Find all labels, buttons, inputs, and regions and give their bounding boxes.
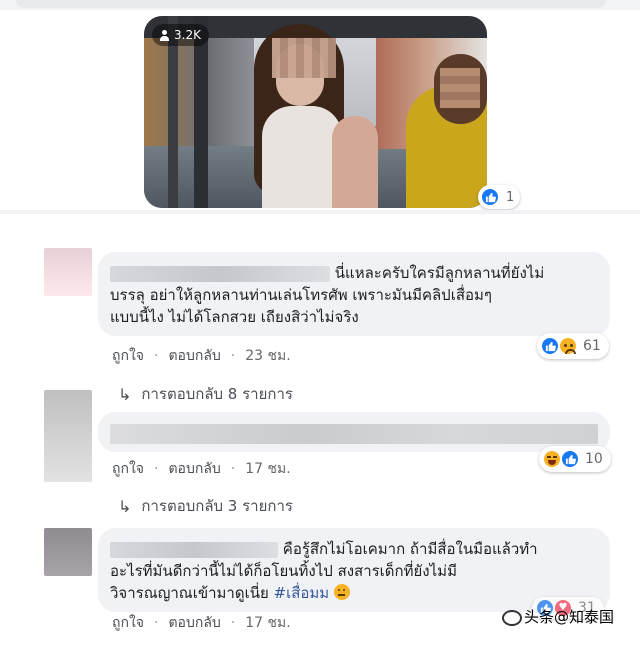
watermark-logo-icon	[500, 608, 522, 626]
view-replies-link[interactable]: ↳ การตอบกลับ 8 รายการ	[118, 382, 293, 406]
section-divider	[0, 210, 640, 214]
video-person-arm	[332, 116, 378, 208]
like-icon	[560, 449, 580, 469]
reply-link[interactable]: ตอบกลับ	[168, 458, 220, 480]
comment-actions: ถูกใจ · ตอบกลับ · 17 ชม.	[112, 612, 291, 634]
previous-post-edge	[0, 0, 640, 10]
video-face-pixelation	[272, 38, 336, 78]
comment-timestamp[interactable]: 17 ชม.	[245, 612, 290, 634]
separator: ·	[230, 615, 236, 631]
reply-arrow-icon: ↳	[118, 496, 132, 516]
like-link[interactable]: ถูกใจ	[112, 345, 144, 367]
comment-text-line1: คือรู้สึกไม่โอเคมาก ถ้ามีสื่อในมือแล้วทำ	[282, 540, 538, 558]
comment-author[interactable]	[110, 265, 330, 282]
smile-emoji-icon	[333, 584, 350, 600]
video-second-face-pixelation	[440, 68, 480, 108]
comment-bubble: คือรู้สึกไม่โอเคมาก ถ้ามีสื่อในมือแล้วทำ…	[98, 528, 610, 612]
comment-text-line2: บรรลุ อย่าให้ลูกหลานท่านเล่นโทรศัพ เพราะ…	[110, 286, 492, 304]
comment-author[interactable]	[110, 423, 598, 444]
watermark-text: 头条@知泰国	[524, 608, 615, 626]
comment-timestamp[interactable]: 17 ชม.	[245, 458, 290, 480]
comment-reaction-count: 10	[585, 451, 603, 467]
avatar[interactable]	[44, 390, 92, 482]
comment-reactions[interactable]: 61	[537, 333, 609, 359]
separator: ·	[154, 461, 159, 477]
comment-text-line2: อะไรที่มันดีกว่านี้ไม่ได้ก็อโยนทิ้งไป สง…	[110, 562, 457, 580]
comment-text-line3: แบบนี้ไง ไม่ได้โลกสวย เถียงสิว่าไม่จริง	[110, 308, 359, 326]
avatar[interactable]	[44, 528, 92, 576]
video-thumbnail[interactable]: 3.2K	[144, 16, 487, 208]
comment-actions: ถูกใจ · ตอบกลับ · 23 ชม.	[112, 345, 291, 367]
avatar[interactable]	[44, 248, 92, 296]
comment-actions: ถูกใจ · ตอบกลับ · 17 ชม.	[112, 458, 291, 480]
video-reaction-count: 1	[506, 189, 515, 205]
reply-link[interactable]: ตอบกลับ	[168, 345, 220, 367]
view-count: 3.2K	[174, 28, 201, 42]
view-replies-link[interactable]: ↳ การตอบกลับ 3 รายการ	[118, 494, 293, 518]
separator: ·	[230, 348, 236, 364]
reply-arrow-icon: ↳	[118, 384, 132, 404]
watermark: 头条@知泰国	[500, 606, 614, 627]
comment-author[interactable]	[110, 541, 278, 558]
comment-reaction-count: 61	[583, 338, 601, 354]
view-count-badge: 3.2K	[152, 24, 209, 46]
sad-icon	[558, 336, 578, 356]
comment-bubble	[98, 412, 610, 452]
like-icon	[480, 187, 500, 207]
comment-line: นี่แหละครับใครมีลูกหลานที่ยังไม่	[110, 262, 598, 284]
comment-timestamp[interactable]: 23 ชม.	[245, 345, 290, 367]
video-reactions[interactable]: 1	[478, 185, 521, 209]
video-person-body	[262, 106, 342, 208]
like-icon	[540, 336, 560, 356]
like-link[interactable]: ถูกใจ	[112, 612, 144, 634]
replies-count-label: การตอบกลับ 3 รายการ	[141, 497, 293, 515]
separator: ·	[230, 461, 236, 477]
comment-line: วิจารณญาณเข้ามาดูเนี่ย #เสื่อมม	[110, 582, 598, 604]
haha-icon	[542, 449, 562, 469]
comment-line: คือรู้สึกไม่โอเคมาก ถ้ามีสื่อในมือแล้วทำ	[110, 538, 598, 560]
comment-text-line1: นี่แหละครับใครมีลูกหลานที่ยังไม่	[334, 264, 545, 282]
views-person-icon	[160, 29, 169, 41]
separator: ·	[154, 348, 159, 364]
like-link[interactable]: ถูกใจ	[112, 458, 144, 480]
previous-post-card	[16, 0, 606, 8]
reply-link[interactable]: ตอบกลับ	[168, 612, 220, 634]
comment-text-line3: วิจารณญาณเข้ามาดูเนี่ย	[110, 584, 274, 602]
replies-count-label: การตอบกลับ 8 รายการ	[141, 385, 293, 403]
comment-bubble: นี่แหละครับใครมีลูกหลานที่ยังไม่ บรรลุ อ…	[98, 252, 610, 336]
comment-reactions[interactable]: 10	[539, 446, 611, 472]
separator: ·	[154, 615, 159, 631]
hashtag-link[interactable]: #เสื่อมม	[274, 584, 330, 602]
